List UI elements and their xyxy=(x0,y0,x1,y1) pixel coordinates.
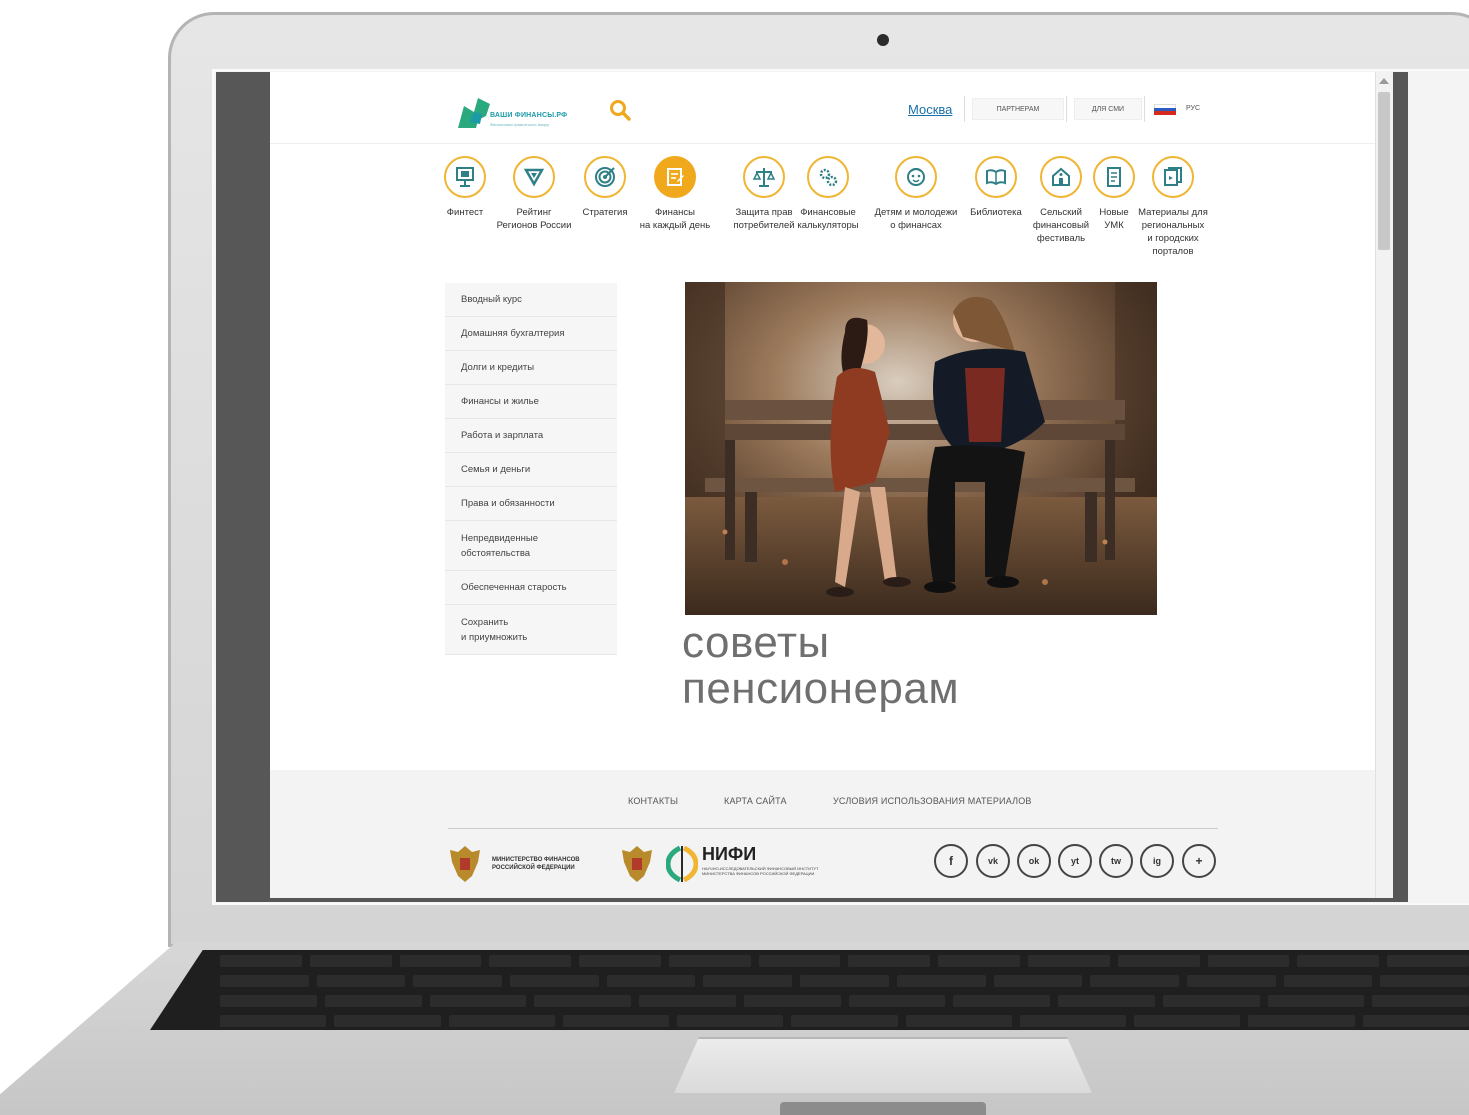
gears-icon xyxy=(807,156,849,198)
sidebar-item-family-money[interactable]: Семья и деньги xyxy=(445,453,617,487)
category-label: Рейтинг Регионов России xyxy=(496,207,572,231)
sidebar-item-home-accounting[interactable]: Домашняя бухгалтерия xyxy=(445,317,617,351)
sidebar-item-debts-credits[interactable]: Долги и кредиты xyxy=(445,351,617,385)
keyboard-keys xyxy=(160,955,1469,1027)
header-divider xyxy=(1144,96,1145,122)
category-strategy[interactable]: Стратегия xyxy=(574,156,636,219)
category-rural-festival[interactable]: Сельский финансовый фестиваль xyxy=(1028,156,1094,245)
document-icon xyxy=(1093,156,1135,198)
triangle-icon xyxy=(513,156,555,198)
category-library[interactable]: Библиотека xyxy=(964,156,1028,219)
monitor-icon xyxy=(444,156,486,198)
category-label: Финансы на каждый день xyxy=(639,207,711,231)
partners-link[interactable]: ПАРТНЕРАМ xyxy=(972,98,1064,120)
category-regional-materials[interactable]: Материалы для региональных и городских п… xyxy=(1130,156,1216,258)
category-kids-finance[interactable]: Детям и молодежи о финансах xyxy=(864,156,968,232)
city-selector[interactable]: Москва xyxy=(908,102,952,117)
category-label: Стратегия xyxy=(582,207,628,218)
site-footer: КОНТАКТЫ КАРТА САЙТА УСЛОВИЯ ИСПОЛЬЗОВАН… xyxy=(270,770,1380,898)
category-daily-finance[interactable]: Финансы на каждый день xyxy=(630,156,720,232)
scroll-up-icon[interactable] xyxy=(1379,78,1389,84)
book-icon xyxy=(975,156,1017,198)
headline-line-1: советы xyxy=(682,618,830,667)
laptop-hinge xyxy=(780,1102,986,1115)
sidebar-item-intro-course[interactable]: Вводный курс xyxy=(445,283,617,317)
headline-line-2: пенсионерам xyxy=(682,664,960,713)
header-divider xyxy=(1066,96,1067,122)
nifi-emblem-icon[interactable] xyxy=(620,844,654,884)
sidebar-item-work-salary[interactable]: Работа и зарплата xyxy=(445,419,617,453)
nifi-title: НИФИ xyxy=(702,844,757,864)
sidebar-item-finance-housing[interactable]: Финансы и жилье xyxy=(445,385,617,419)
instagram-icon[interactable]: ig xyxy=(1140,844,1174,878)
nifi-subtitle: НАУЧНО-ИССЛЕДОВАТЕЛЬСКИЙ ФИНАНСОВЫЙ ИНСТ… xyxy=(702,866,819,876)
site-header: ВАШИ ФИНАНСЫ.РФ Финансовая грамотность в… xyxy=(270,72,1380,144)
sidebar-item-rights-duties[interactable]: Права и обязанности xyxy=(445,487,617,521)
notebook-icon xyxy=(654,156,696,198)
footer-link-contacts[interactable]: КОНТАКТЫ xyxy=(628,796,678,806)
child-icon xyxy=(895,156,937,198)
sidebar-item-secured-old-age[interactable]: Обеспеченная старость xyxy=(445,571,617,605)
house-icon xyxy=(1040,156,1082,198)
sidebar-item-save-multiply[interactable]: Сохранить и приумножить xyxy=(445,605,617,655)
media-link[interactable]: ДЛЯ СМИ xyxy=(1074,98,1142,120)
scrollbar-thumb[interactable] xyxy=(1378,92,1390,250)
vk-icon[interactable]: vk xyxy=(976,844,1010,878)
web-page: ВАШИ ФИНАНСЫ.РФ Финансовая грамотность в… xyxy=(270,72,1380,898)
scales-icon xyxy=(743,156,785,198)
hero-photo xyxy=(685,282,1157,615)
category-label: Библиотека xyxy=(970,207,1022,218)
trackpad xyxy=(674,1037,1092,1093)
logo-text: ВАШИ ФИНАНСЫ.РФ xyxy=(490,112,568,119)
search-icon[interactable] xyxy=(608,98,632,122)
plus-icon[interactable]: + xyxy=(1182,844,1216,878)
language-selector[interactable]: РУС xyxy=(1178,98,1208,120)
ministry-text: МИНИСТЕРСТВО ФИНАНСОВ РОССИЙСКОЙ ФЕДЕРАЦ… xyxy=(492,857,580,871)
target-icon xyxy=(584,156,626,198)
facebook-icon[interactable]: f xyxy=(934,844,968,878)
russia-flag-icon[interactable] xyxy=(1154,104,1176,115)
header-divider xyxy=(964,96,965,122)
sidebar-menu: Вводный курс Домашняя бухгалтерия Долги … xyxy=(445,283,617,655)
youtube-icon[interactable]: yt xyxy=(1058,844,1092,878)
category-regions-rating[interactable]: Рейтинг Регионов России xyxy=(486,156,582,232)
files-icon xyxy=(1152,156,1194,198)
sidebar-item-unforeseen[interactable]: Непредвиденные обстоятельства xyxy=(445,521,617,571)
footer-link-terms[interactable]: УСЛОВИЯ ИСПОЛЬЗОВАНИЯ МАТЕРИАЛОВ xyxy=(833,796,1032,806)
category-label: Сельский финансовый фестиваль xyxy=(1032,207,1090,244)
footer-divider xyxy=(448,828,1218,829)
category-calculators[interactable]: Финансовые калькуляторы xyxy=(794,156,862,232)
logo-subtext: Финансовая грамотность вокруг xyxy=(490,122,550,127)
page-headline: советы пенсионерам xyxy=(682,620,959,712)
ministry-emblem-icon[interactable] xyxy=(448,844,482,884)
twitter-icon[interactable]: tw xyxy=(1099,844,1133,878)
odnoklassniki-icon[interactable]: ok xyxy=(1017,844,1051,878)
category-label: Финансовые калькуляторы xyxy=(797,207,859,231)
footer-link-sitemap[interactable]: КАРТА САЙТА xyxy=(724,796,787,806)
category-label: Детям и молодежи о финансах xyxy=(874,207,958,231)
category-label: Материалы для региональных и городских п… xyxy=(1138,207,1208,257)
camera-icon xyxy=(877,34,889,46)
nifi-logo-icon[interactable] xyxy=(666,844,698,884)
